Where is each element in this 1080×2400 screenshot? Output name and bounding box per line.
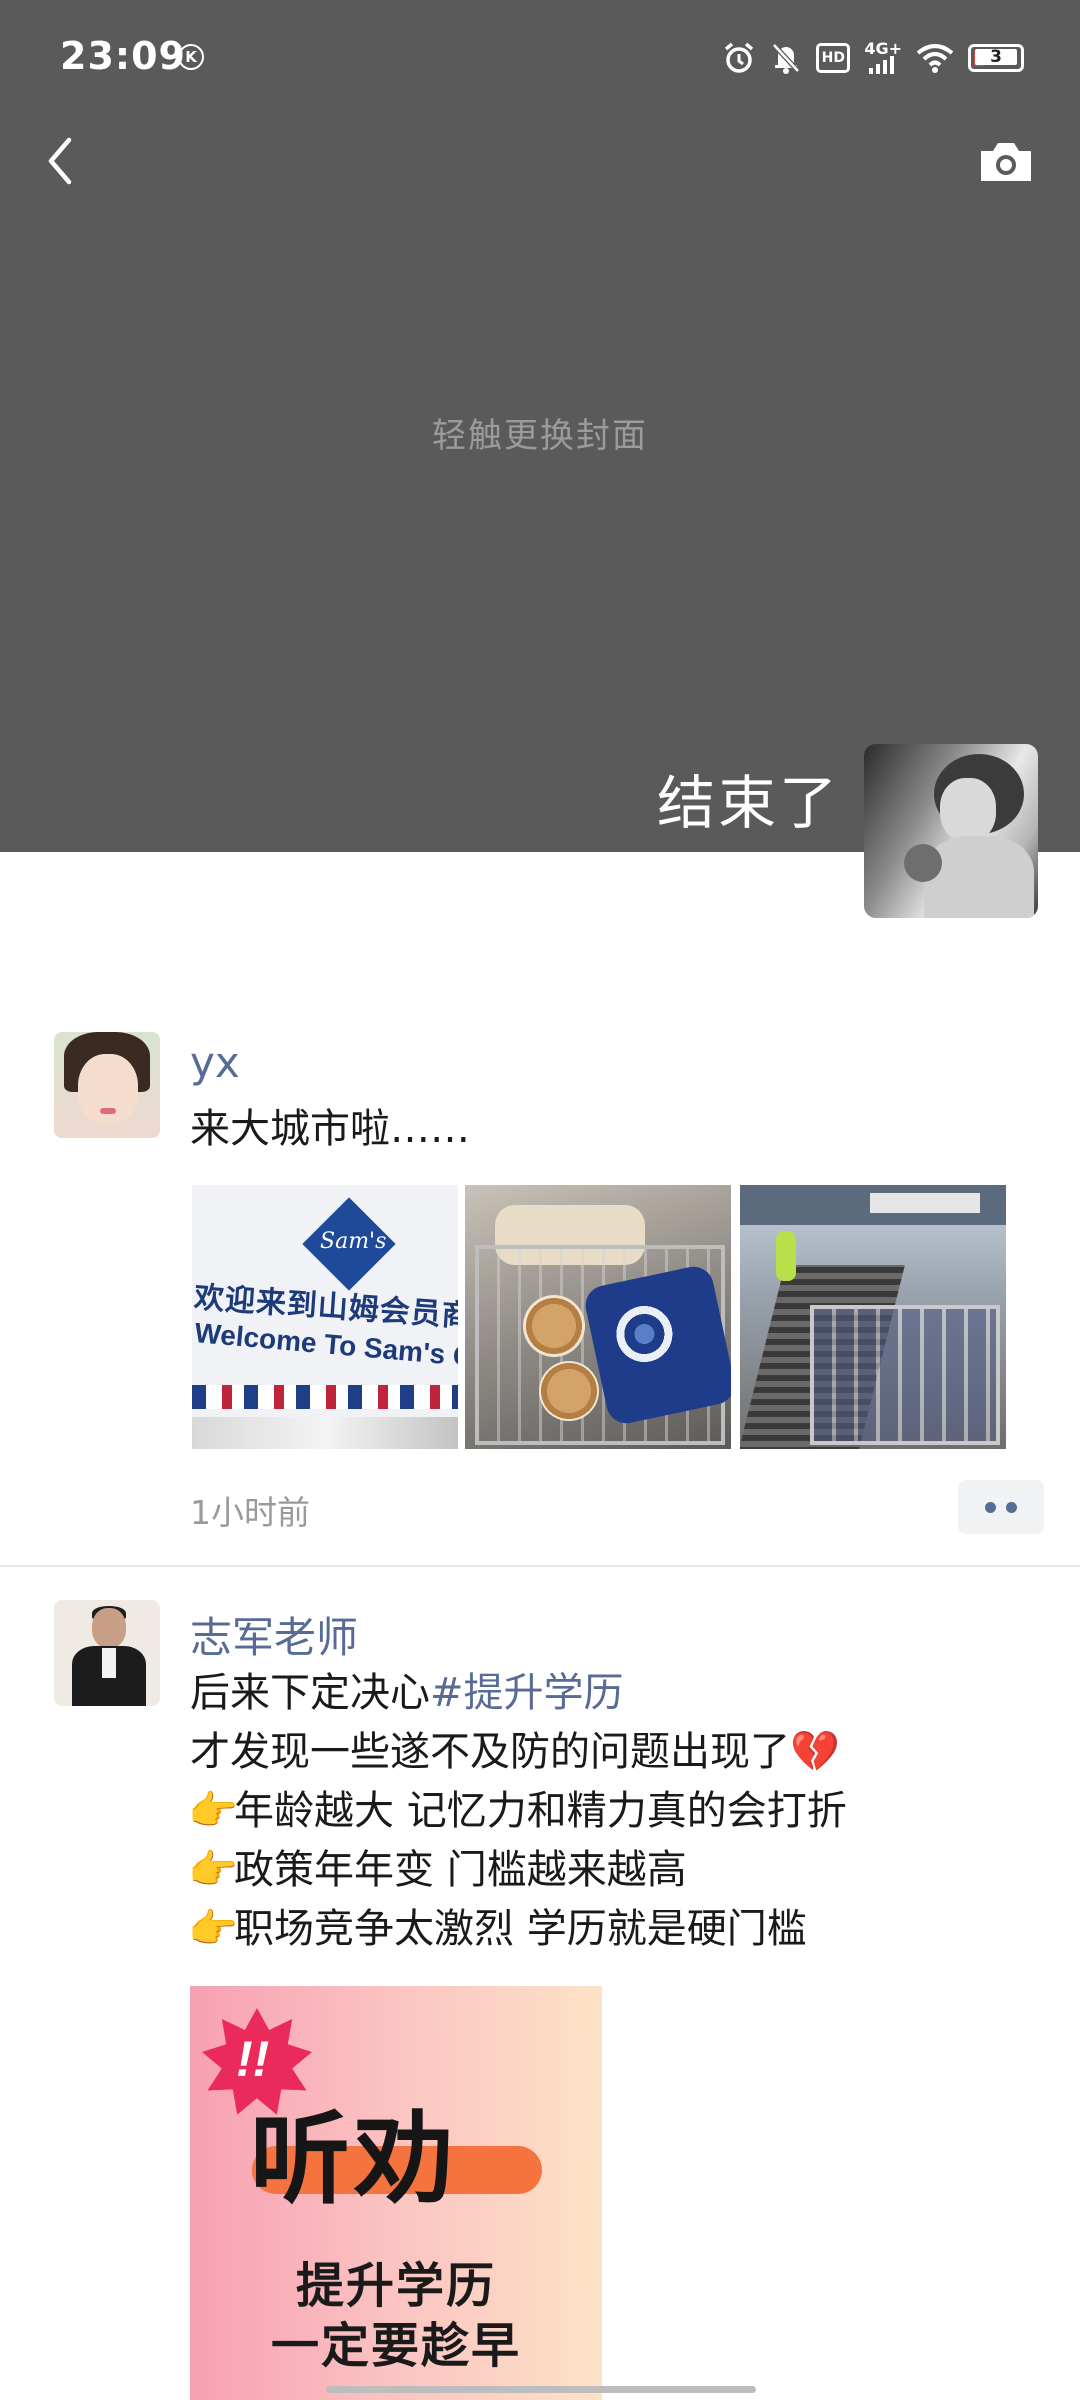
more-actions-button[interactable] (958, 1480, 1044, 1534)
more-dots-icon (985, 1501, 996, 1513)
author-name[interactable]: yx (190, 1038, 240, 1087)
camera-icon (981, 143, 1031, 181)
post-image-1[interactable]: Sam's 欢迎来到山姆会员商店 Welcome To Sam's Club (192, 1185, 458, 1449)
cover-image[interactable]: 23:09 K HD 4G+ 3 轻触更换封面 结束了 (0, 0, 1080, 852)
network-type: 4G+ (864, 39, 902, 58)
pointing-hand-icon: 👉 (188, 1906, 238, 1952)
alarm-icon (722, 41, 756, 75)
battery-icon: 3 (968, 44, 1024, 72)
sams-logo: Sam's (320, 1229, 387, 1254)
pointing-hand-icon: 👉 (188, 1788, 238, 1834)
battery-level: 3 (975, 49, 1017, 66)
avatar[interactable] (54, 1032, 160, 1138)
back-button[interactable] (30, 126, 90, 196)
broken-heart-icon: 💔 (790, 1729, 840, 1775)
post-line-2: 才发现一些遂不及防的问题出现了💔 (190, 1723, 840, 1782)
status-bar: 23:09 K HD 4G+ 3 (0, 0, 1080, 116)
post-image-2[interactable] (465, 1185, 731, 1449)
avatar[interactable] (54, 1600, 160, 1706)
k-badge-icon: K (178, 44, 204, 70)
pointing-hand-icon: 👉 (188, 1847, 238, 1893)
post-line-4-text: 政策年年变 门槛越来越高 (234, 1847, 687, 1893)
image-text-line-2: 一定要趁早 (270, 2318, 521, 2374)
wifi-icon (916, 43, 954, 73)
post-divider (0, 1565, 1080, 1567)
post-time: 1小时前 (190, 1493, 310, 1532)
post-image-3[interactable] (740, 1185, 1006, 1449)
post-line-1-text: 后来下定决心 (190, 1670, 430, 1716)
post-image[interactable]: !! 听劝 提升学历 一定要趁早 (190, 1986, 602, 2400)
post-line-5: 👉职场竞争太激烈 学历就是硬门槛 (188, 1900, 807, 1959)
camera-button[interactable] (970, 130, 1042, 194)
my-avatar[interactable] (864, 744, 1038, 918)
image-headline: 听劝 (250, 2101, 458, 2218)
status-time: 23:09 (60, 34, 186, 78)
change-cover-hint[interactable]: 轻触更换封面 (0, 408, 1080, 457)
hashtag-link[interactable]: #提升学历 (430, 1670, 624, 1716)
post-text: 来大城市啦…… (190, 1106, 470, 1152)
my-username: 结束了 (656, 769, 840, 837)
hd-icon: HD (816, 43, 851, 73)
post-line-3-text: 年龄越大 记忆力和精力真的会打折 (234, 1788, 847, 1834)
post-line-1: 后来下定决心#提升学历 (190, 1664, 624, 1723)
bell-off-icon (770, 41, 802, 75)
post-line-3: 👉年龄越大 记忆力和精力真的会打折 (188, 1782, 847, 1841)
post-line-4: 👉政策年年变 门槛越来越高 (188, 1841, 687, 1900)
home-indicator[interactable] (326, 2386, 756, 2393)
post-line-5-text: 职场竞争太激烈 学历就是硬门槛 (234, 1906, 807, 1952)
status-icons: HD 4G+ 3 (722, 38, 1024, 78)
chevron-left-icon (48, 137, 72, 185)
post-line-2-text: 才发现一些遂不及防的问题出现了 (190, 1729, 790, 1775)
signal-icon: 4G+ (864, 39, 902, 74)
author-name[interactable]: 志军老师 (190, 1604, 358, 1665)
